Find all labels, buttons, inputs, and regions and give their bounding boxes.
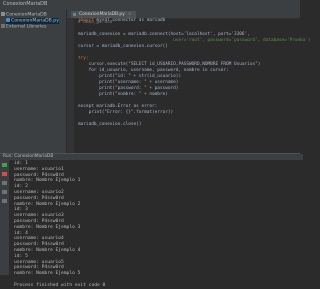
breadcrumb[interactable]: ConexionMariaDB (3, 1, 47, 7)
scroll-icon[interactable] (2, 181, 7, 185)
run-panel: Run: ConexionMariaDB id: 1 username: usu… (0, 153, 303, 288)
navigation-bar: ConexionMariaDB (0, 0, 300, 10)
python-file-icon (73, 13, 76, 16)
tree-item-label: External Libraries (6, 24, 47, 30)
project-panel: ConexionMariaDB ConexionMariaDB.py Exter… (0, 10, 67, 153)
tree-item-label: ConexionMariaDB.py (11, 18, 59, 24)
tree-item-external-libraries[interactable]: External Libraries (1, 24, 46, 30)
editor-gutter (67, 19, 74, 153)
rerun-icon[interactable] (2, 163, 7, 167)
delete-icon[interactable] (2, 199, 7, 203)
print-icon[interactable] (2, 190, 7, 194)
console-output[interactable]: id: 1 username: usuario1 password: P4ssw… (14, 161, 298, 289)
stop-icon[interactable] (2, 172, 7, 176)
code-body[interactable]: # demo_go.cod mariadb_conexion = mariadb… (78, 20, 311, 128)
run-toolbar (0, 160, 9, 275)
tree-item-label: ConexionMariaDB (6, 12, 47, 18)
library-icon (1, 24, 5, 28)
process-finished-line: Process finished with exit code 0 (14, 282, 106, 288)
run-panel-header: Run: ConexionMariaDB (0, 154, 303, 160)
python-file-icon (6, 18, 10, 22)
code-line: mariadb_conexion.close() (78, 122, 142, 127)
folder-icon (1, 12, 5, 16)
